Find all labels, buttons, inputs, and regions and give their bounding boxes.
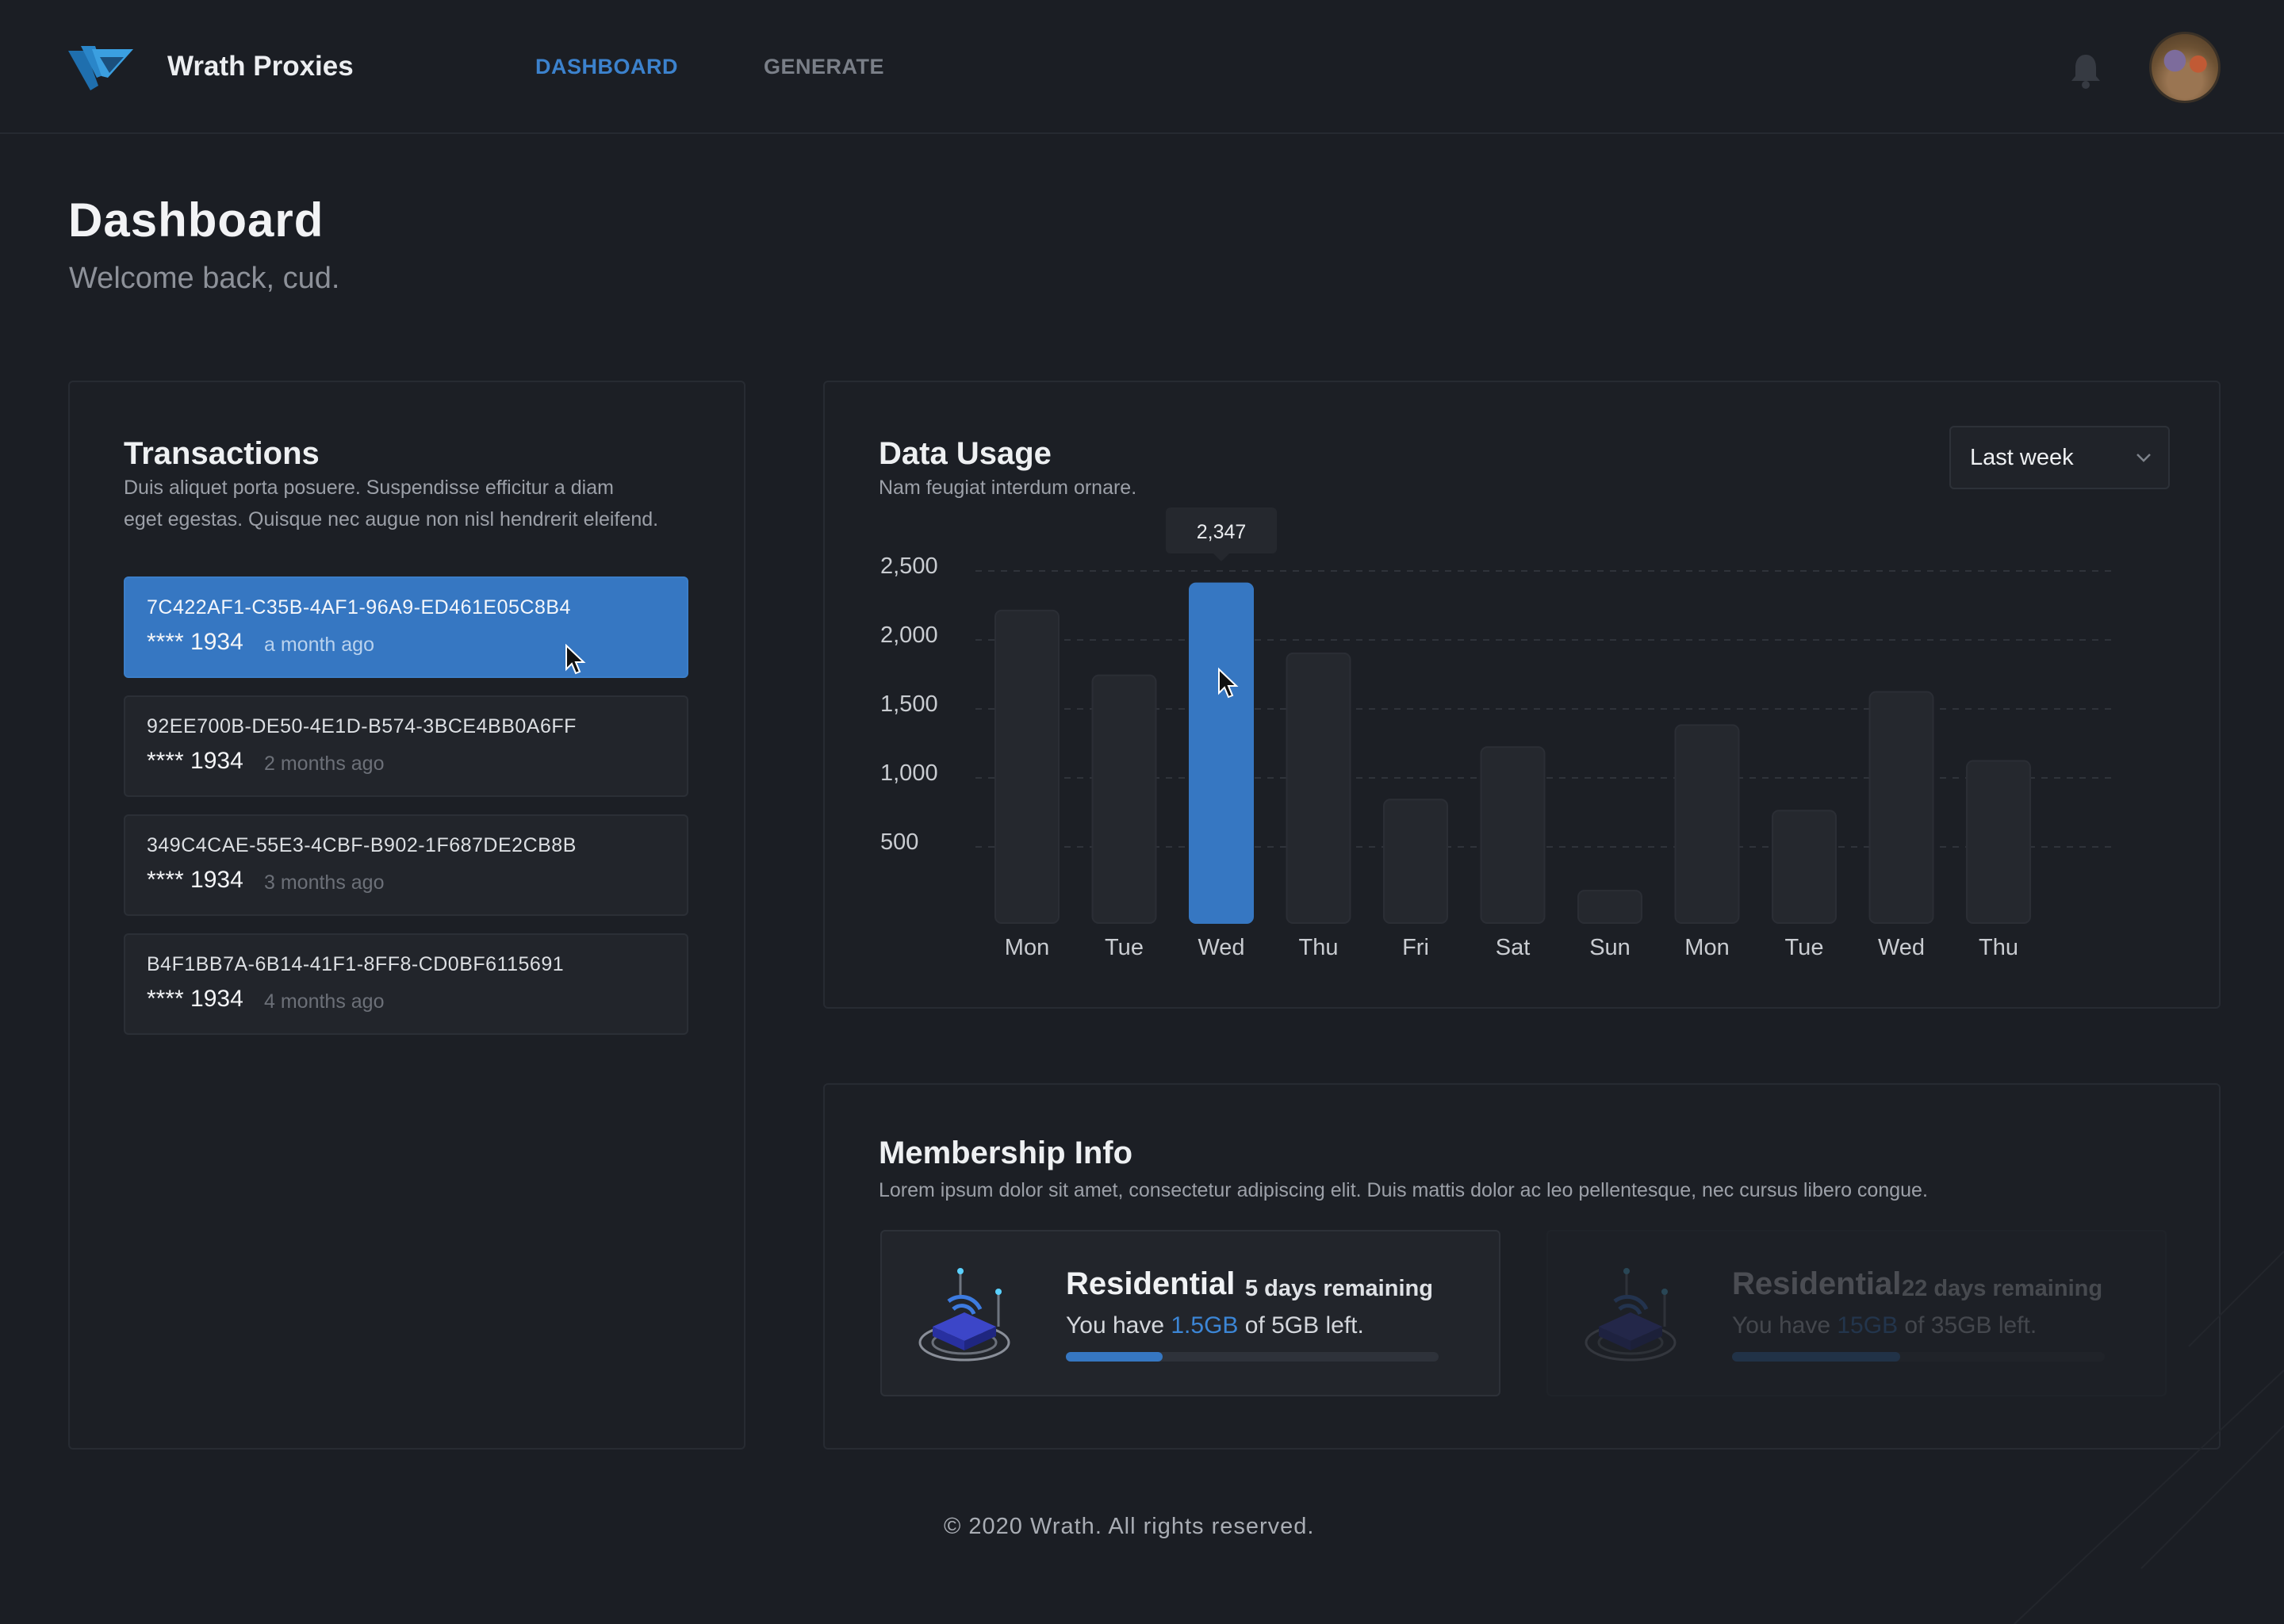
membership-title: Membership Info — [879, 1136, 1133, 1170]
nav-dashboard[interactable]: DASHBOARD — [535, 55, 678, 79]
chart-tooltip-pointer — [1213, 553, 1229, 561]
footer-copyright: © 2020 Wrath. All rights reserved. — [944, 1514, 1315, 1539]
transaction-id: 92EE700B-DE50-4E1D-B574-3BCE4BB0A6FF — [147, 715, 577, 737]
transaction-time: 2 months ago — [264, 753, 385, 775]
transaction-item-selected[interactable]: 7C422AF1-C35B-4AF1-96A9-ED461E05C8B4 ***… — [124, 576, 688, 678]
transaction-id: 7C422AF1-C35B-4AF1-96A9-ED461E05C8B4 — [147, 596, 571, 619]
transaction-id: 349C4CAE-55E3-4CBF-B902-1F687DE2CB8B — [147, 834, 577, 856]
chart-bar — [994, 609, 1060, 924]
chart-tooltip-value: 2,347 — [1197, 521, 1247, 543]
transaction-item[interactable]: B4F1BB7A-6B14-41F1-8FF8-CD0BF6115691 ***… — [124, 933, 688, 1035]
y-axis-tick-label: 2,500 — [880, 553, 938, 579]
y-axis-tick-label: 1,500 — [880, 691, 938, 717]
transactions-title: Transactions — [124, 436, 320, 471]
wireless-router-icon — [1585, 1268, 1677, 1362]
membership-plan-card[interactable]: Residential 5 days remaining You have 1.… — [880, 1230, 1500, 1396]
transactions-card: Transactions Duis aliquet porta posuere.… — [68, 381, 745, 1450]
chart-bar — [1091, 674, 1157, 924]
chart-bar — [1383, 799, 1448, 925]
bell-icon[interactable] — [2069, 52, 2102, 89]
mouse-cursor-icon — [565, 644, 586, 675]
transaction-time: 4 months ago — [264, 990, 385, 1013]
transactions-description-line: eget egestas. Quisque nec augue non nisl… — [124, 508, 659, 530]
x-axis-tick-label: Wed — [1878, 935, 1925, 960]
chart-bar — [1674, 724, 1740, 924]
transaction-item[interactable]: 92EE700B-DE50-4E1D-B574-3BCE4BB0A6FF ***… — [124, 695, 688, 797]
transactions-description-line: Duis aliquet porta posuere. Suspendisse … — [124, 477, 614, 499]
nav-generate[interactable]: GENERATE — [764, 55, 884, 79]
page-title: Dashboard — [68, 193, 324, 247]
transaction-time: a month ago — [264, 634, 374, 656]
top-navigation-bar: Wrath Proxies DASHBOARD GENERATE — [0, 0, 2284, 134]
x-axis-tick-label: Tue — [1105, 935, 1144, 960]
user-avatar[interactable] — [2149, 32, 2221, 103]
plan-progress-fill — [1732, 1352, 1900, 1362]
chart-bar — [1286, 652, 1351, 924]
data-usage-bar-chart: 2,500 2,000 1,500 1,000 500 Mon Tue Wed 2,347 Thu… — [880, 508, 2117, 960]
chart-bar — [1577, 890, 1642, 924]
background-decoration — [2014, 1251, 2284, 1624]
x-axis-tick-label: Thu — [1299, 935, 1339, 960]
plan-remaining-days: 5 days remaining — [1245, 1276, 1433, 1301]
usage-prefix: You have — [1066, 1312, 1171, 1339]
membership-description: Lorem ipsum dolor sit amet, consectetur … — [879, 1179, 1928, 1201]
chart-bar — [1966, 760, 2031, 924]
usage-left: 15GB — [1837, 1312, 1899, 1339]
plan-progress-fill — [1066, 1352, 1163, 1362]
y-axis-tick-label: 2,000 — [880, 622, 938, 648]
transaction-card-number: **** 1934 — [147, 748, 243, 774]
x-axis-tick-label: Tue — [1785, 935, 1824, 960]
brand-name[interactable]: Wrath Proxies — [167, 51, 354, 82]
transaction-item[interactable]: 349C4CAE-55E3-4CBF-B902-1F687DE2CB8B ***… — [124, 814, 688, 916]
x-axis-tick-label: Wed — [1198, 935, 1244, 960]
x-axis-tick-label: Sun — [1589, 935, 1631, 960]
usage-prefix: You have — [1732, 1312, 1838, 1339]
transaction-time: 3 months ago — [264, 871, 385, 894]
x-axis-tick-label: Mon — [1005, 935, 1049, 960]
x-axis-tick-label: Thu — [1979, 935, 2018, 960]
usage-suffix: of 5GB left. — [1238, 1312, 1364, 1339]
chart-bar-highlighted — [1189, 582, 1254, 924]
transaction-id: B4F1BB7A-6B14-41F1-8FF8-CD0BF6115691 — [147, 953, 565, 975]
wireless-router-icon — [918, 1268, 1010, 1362]
plan-name: Residential — [1066, 1266, 1236, 1301]
x-axis-tick-label: Fri — [1402, 935, 1429, 960]
transactions-description: Duis aliquet porta posuere. Suspendisse … — [124, 472, 658, 535]
page-subtitle: Welcome back, cud. — [69, 262, 340, 295]
x-axis-tick-label: Mon — [1684, 935, 1729, 960]
y-axis-tick-label: 1,000 — [880, 760, 938, 786]
transaction-card-number: **** 1934 — [147, 986, 243, 1012]
x-axis-tick-label: Sat — [1496, 935, 1531, 960]
wrath-logo-icon[interactable] — [68, 46, 133, 90]
chart-bar — [1772, 810, 1837, 925]
chart-bar — [1868, 691, 1934, 924]
transaction-card-number: **** 1934 — [147, 867, 243, 893]
plan-name: Residential — [1732, 1266, 1902, 1301]
plan-progress-bar — [1066, 1352, 1439, 1362]
plan-usage-text: You have 1.5GB of 5GB left. — [1066, 1312, 1364, 1339]
transaction-card-number: **** 1934 — [147, 629, 243, 655]
y-axis-tick-label: 500 — [880, 829, 918, 855]
chart-bar — [1480, 746, 1546, 924]
usage-left: 1.5GB — [1171, 1312, 1239, 1339]
data-usage-card: Data Usage Nam feugiat interdum ornare. … — [823, 381, 2221, 1009]
